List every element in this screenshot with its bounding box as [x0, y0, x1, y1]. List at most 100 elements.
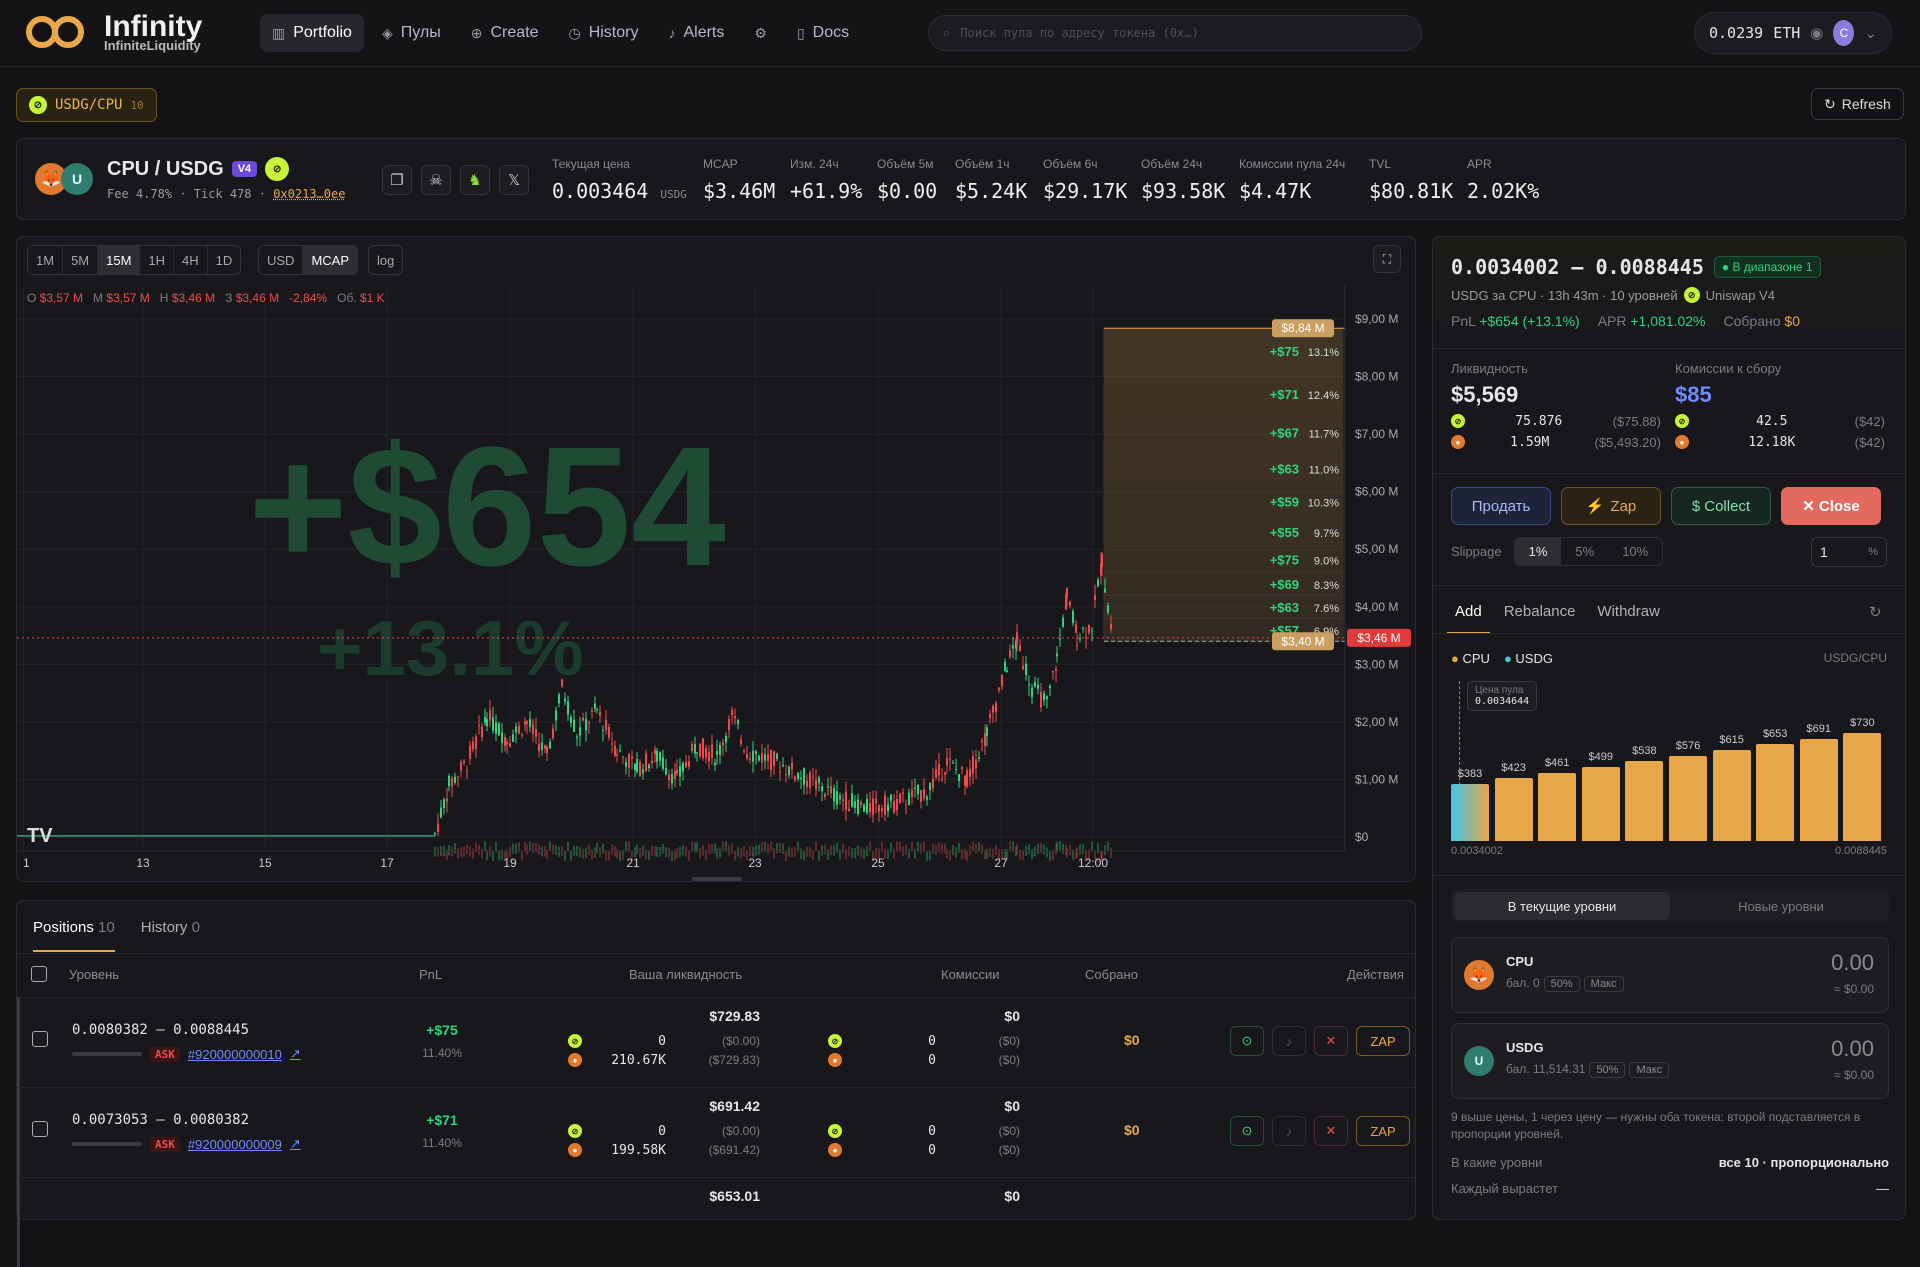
skull-icon[interactable]: ☠	[421, 165, 451, 195]
max-button[interactable]: Макс	[1583, 976, 1624, 992]
candle-body	[857, 799, 859, 814]
mode-mcap[interactable]: MCAP	[303, 246, 358, 274]
x-twitter-icon[interactable]: 𝕏	[499, 165, 529, 195]
slippage-input[interactable]: 1%	[1811, 537, 1887, 567]
volume-bar	[1016, 844, 1018, 855]
position-link[interactable]: #920000000009	[188, 1137, 282, 1152]
usdg-amount-input[interactable]: U USDG бал. 11,514.31 50% Макс 0.00 ≈ $0.0…	[1451, 1023, 1889, 1099]
positions-card: Positions 10 History 0 Уровень PnL Ваша …	[16, 900, 1416, 1267]
pool-address[interactable]: 0x0213…0ee	[273, 187, 345, 201]
level-band	[1103, 413, 1344, 452]
row-checkbox[interactable]	[32, 1121, 48, 1137]
nav-create[interactable]: ⊕ Create	[459, 14, 551, 52]
candle-body	[986, 727, 988, 736]
candle-body	[949, 758, 951, 760]
tab-positions[interactable]: Positions 10	[33, 919, 115, 952]
alien-icon[interactable]: ♞	[460, 165, 490, 195]
chart-svg: +$654 +13.1% +$75 13.1% +$71 12.4% +$67 11.7%…	[17, 285, 1411, 870]
eye-icon[interactable]: ◉	[1810, 24, 1823, 42]
range-title: 0.0034002 – 0.0088445	[1451, 255, 1704, 279]
pct-50-button[interactable]: 50%	[1543, 976, 1580, 992]
pct-50-button[interactable]: 50%	[1589, 1062, 1626, 1078]
position-link[interactable]: #920000000010	[188, 1047, 282, 1062]
log-button[interactable]: log	[369, 246, 402, 274]
mode-usd[interactable]: USD	[259, 246, 304, 274]
volume-bar	[619, 850, 621, 861]
external-link-icon[interactable]: ↗	[290, 1046, 301, 1062]
candle-body	[992, 706, 994, 713]
logo[interactable]: Infinity InfiniteLiquidity	[26, 11, 202, 52]
close-icon[interactable]: ✕	[1314, 1116, 1348, 1146]
harvest-icon[interactable]: ⊙	[1230, 1026, 1264, 1056]
liquidity-bar	[1799, 738, 1838, 841]
collect-button[interactable]: $ Collect	[1671, 487, 1771, 525]
volume-bar	[711, 843, 713, 854]
pair-chip[interactable]: ⊘ USDG/CPU 10	[16, 88, 157, 122]
search-input[interactable]	[960, 26, 1391, 40]
bell-icon[interactable]: ♪	[1272, 1026, 1306, 1056]
cpu-amount-input[interactable]: 🦊 CPU бал. 0 50% Макс 0.00 ≈ $0.00	[1451, 937, 1889, 1013]
volume-bar	[699, 848, 701, 859]
tf-5m[interactable]: 5M	[63, 246, 99, 274]
bell-icon[interactable]: ♪	[1272, 1116, 1306, 1146]
slippage-10[interactable]: 10%	[1608, 538, 1662, 565]
volume-bar	[821, 845, 823, 856]
candle-body	[634, 763, 636, 771]
tf-1m[interactable]: 1M	[28, 246, 64, 274]
nav-alerts[interactable]: ♪ Alerts	[656, 14, 736, 52]
nav-portfolio[interactable]: ▥ Portfolio	[260, 14, 364, 52]
zap-button[interactable]: ⚡ Zap	[1561, 487, 1661, 525]
wallet-button[interactable]: 0.0239 ETH ◉ C ⌄	[1694, 12, 1892, 54]
max-button[interactable]: Макс	[1629, 1062, 1670, 1078]
nav-settings[interactable]: ⚙	[742, 14, 779, 52]
copy-icon[interactable]: ❐	[382, 165, 412, 195]
sell-button[interactable]: Продать	[1451, 487, 1551, 525]
tab-withdraw[interactable]: Withdraw	[1589, 591, 1668, 634]
lightning-icon: ⚡	[1585, 498, 1605, 515]
candle-body	[806, 781, 808, 788]
tf-4h[interactable]: 4H	[174, 246, 208, 274]
nav-docs[interactable]: ▯ Docs	[785, 14, 861, 52]
select-all-checkbox[interactable]	[31, 966, 47, 982]
candle-body	[1101, 554, 1103, 568]
refresh-button[interactable]: ↻ Refresh	[1811, 88, 1904, 120]
level-pnl-label: +$59	[1270, 495, 1299, 510]
tab-rebalance[interactable]: Rebalance	[1490, 591, 1590, 634]
tab-add[interactable]: Add	[1447, 591, 1490, 634]
header-collected: Собрано	[1085, 967, 1138, 982]
tab-current-levels[interactable]: В текущие уровни	[1454, 892, 1670, 920]
level-pct-label: 10.3%	[1308, 498, 1339, 510]
tab-new-levels[interactable]: Новые уровни	[1673, 889, 1889, 923]
volume-bar	[481, 848, 483, 859]
volume-bar	[908, 848, 910, 859]
gear-icon: ⚙	[754, 25, 767, 41]
zap-button[interactable]: ZAP	[1356, 1026, 1410, 1056]
close-button[interactable]: ✕ Close	[1781, 487, 1881, 525]
candle-body	[899, 793, 901, 803]
side-collected: $0	[1784, 313, 1800, 329]
row-checkbox[interactable]	[32, 1031, 48, 1047]
tf-1h[interactable]: 1H	[140, 246, 175, 274]
slippage-1[interactable]: 1%	[1514, 538, 1562, 565]
volume-bar	[1046, 847, 1048, 858]
tab-history[interactable]: History 0	[141, 919, 200, 952]
usdg-token-icon: U	[1464, 1046, 1494, 1076]
bar-value-label: $615	[1719, 734, 1744, 747]
slippage-5[interactable]: 5%	[1561, 538, 1608, 565]
nav-history[interactable]: ◷ History	[556, 14, 650, 52]
level-pct-label: 9.0%	[1314, 555, 1339, 567]
tf-15m[interactable]: 15M	[98, 246, 141, 274]
fullscreen-icon[interactable]: ⛶	[1373, 245, 1401, 273]
candle-body	[440, 807, 442, 818]
nav-pools[interactable]: ◈ Пулы	[370, 14, 453, 52]
external-link-icon[interactable]: ↗	[290, 1136, 301, 1152]
resize-handle[interactable]	[692, 877, 742, 881]
harvest-icon[interactable]: ⊙	[1230, 1116, 1264, 1146]
candle-body	[492, 717, 494, 731]
tf-1d[interactable]: 1D	[208, 246, 241, 274]
refresh-icon[interactable]: ↻	[1869, 603, 1882, 621]
candle-body	[694, 743, 696, 754]
close-icon[interactable]: ✕	[1314, 1026, 1348, 1056]
zap-button[interactable]: ZAP	[1356, 1116, 1410, 1146]
price-chart[interactable]: +$654 +13.1% +$75 13.1% +$71 12.4% +$67 11.7%…	[17, 285, 1415, 881]
